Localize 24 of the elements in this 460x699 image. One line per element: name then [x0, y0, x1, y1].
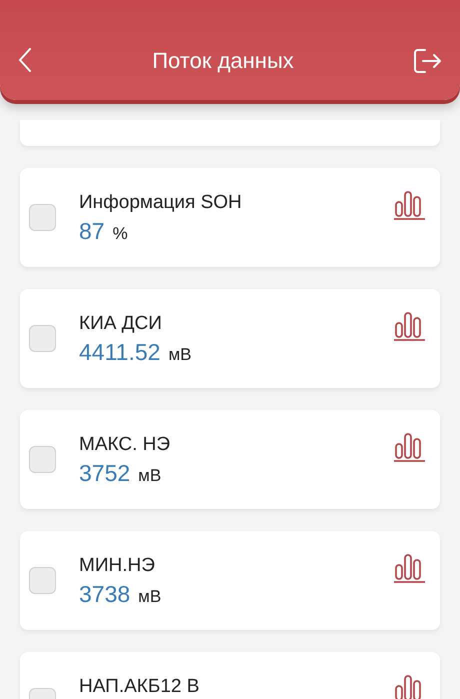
bar-chart-icon[interactable] [394, 432, 426, 462]
parameter-name: Информация SOH [79, 192, 243, 214]
unit-label: % [112, 224, 128, 244]
bar-chart-icon[interactable] [394, 190, 426, 220]
unit-label: мВ [168, 345, 192, 365]
back-icon[interactable] [18, 48, 32, 72]
parameter-value: 87 [79, 218, 105, 245]
parameter-name: МАКС. НЭ [79, 434, 172, 456]
exit-icon[interactable] [414, 48, 442, 74]
parameter-name: МИН.НЭ [79, 555, 156, 577]
checkbox[interactable] [29, 446, 56, 473]
unit-label: мВ [138, 466, 162, 486]
parameter-name: НАП.АКБ12 В [79, 676, 200, 698]
checkbox[interactable] [29, 204, 56, 231]
checkbox[interactable] [29, 325, 56, 352]
bar-chart-icon[interactable] [394, 553, 426, 583]
parameter-value: 4411.52 [79, 339, 160, 366]
screen-title: Поток данных [151, 48, 295, 74]
bar-chart-icon[interactable] [394, 311, 426, 341]
checkbox[interactable] [29, 567, 56, 594]
parameter-value: 3752 [79, 460, 130, 487]
parameter-value: 3738 [79, 581, 130, 608]
unit-label: мВ [138, 587, 162, 607]
parameter-name: КИА ДСИ [79, 313, 163, 335]
